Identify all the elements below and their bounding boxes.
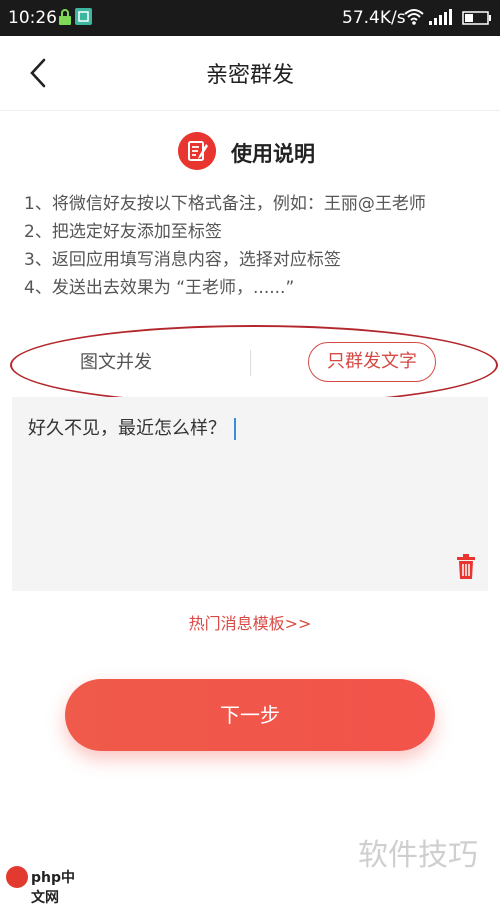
network-speed: 57.4K/s [342, 8, 406, 28]
instruction-step: 3、返回应用填写消息内容，选择对应标签 [24, 250, 341, 270]
brand-logo: php中文网 [0, 862, 80, 906]
battery-icon [462, 11, 491, 25]
next-step-button[interactable]: 下一步 [65, 679, 435, 751]
edit-note-icon [178, 132, 216, 170]
instruction-step: 1、将微信好友按以下格式备注，例如：王丽@王老师 [24, 194, 426, 214]
hot-templates-link[interactable]: 热门消息模板>> [0, 610, 500, 634]
app-notification-icon [75, 8, 92, 25]
brand-text: php中文网 [31, 870, 76, 906]
trash-icon[interactable] [455, 554, 477, 580]
status-time: 10:26 [8, 8, 57, 28]
message-text: 好久不见，最近怎么样？ [28, 418, 226, 439]
message-box[interactable]: 好久不见，最近怎么样？ [12, 397, 488, 591]
wifi-icon [404, 9, 424, 25]
instruction-steps: 1、将微信好友按以下格式备注，例如：王丽@王老师 2、把选定好友添加至标签 3、… [24, 190, 484, 302]
php-logo-icon [6, 866, 28, 888]
signal-icon [429, 9, 452, 25]
instruction-step: 4、发送出去效果为 “王老师，......” [24, 278, 295, 298]
page-title: 亲密群发 [205, 63, 294, 88]
instructions-title: 使用说明 [231, 142, 315, 166]
status-bar: 10:26 57.4K/s [0, 0, 500, 36]
text-cursor [234, 418, 236, 440]
header: 亲密群发 [0, 36, 500, 111]
watermark: 软件技巧 [358, 838, 478, 873]
lock-icon [59, 9, 71, 25]
instruction-step: 2、把选定好友添加至标签 [24, 222, 222, 242]
message-input[interactable]: 好久不见，最近怎么样？ [28, 414, 236, 440]
annotation-ellipse [10, 325, 498, 405]
